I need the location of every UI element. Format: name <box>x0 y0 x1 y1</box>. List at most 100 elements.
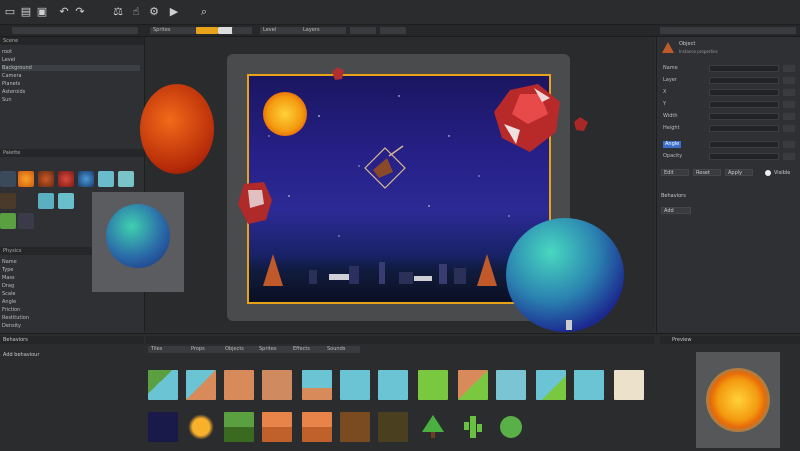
palette-thumb[interactable] <box>0 193 16 209</box>
tree-item[interactable]: Sun <box>2 97 12 103</box>
tree-item[interactable]: Planets <box>2 81 20 87</box>
asset-tile[interactable] <box>458 370 488 400</box>
prop-row[interactable]: Restitution <box>2 315 29 321</box>
prop-row[interactable]: Name <box>2 259 17 265</box>
prop-field[interactable] <box>709 141 779 148</box>
spin-button[interactable] <box>783 65 795 72</box>
save-icon[interactable]: ▣ <box>36 6 48 18</box>
asset-tile[interactable] <box>302 412 332 442</box>
zoom-field[interactable] <box>350 27 376 34</box>
asset-tile[interactable] <box>340 412 370 442</box>
asset-tile[interactable] <box>378 412 408 442</box>
asteroid-small[interactable] <box>236 180 276 228</box>
palette-thumb[interactable] <box>58 193 74 209</box>
tree-item[interactable]: root <box>2 49 12 55</box>
gear-icon[interactable]: ⚙ <box>148 6 160 18</box>
asset-tile[interactable] <box>224 412 254 442</box>
prop-row[interactable]: Angle <box>2 299 16 305</box>
palette-thumb[interactable] <box>0 171 16 187</box>
asset-tile[interactable] <box>224 370 254 400</box>
toolbar-tab-level[interactable]: Level <box>260 27 300 34</box>
prop-field[interactable] <box>709 89 779 96</box>
palette-thumb[interactable] <box>38 193 54 209</box>
asteroid-large[interactable] <box>490 80 570 160</box>
asset-tile-bush[interactable] <box>496 412 526 442</box>
asset-tile[interactable] <box>418 370 448 400</box>
prop-field[interactable] <box>709 113 779 120</box>
spin-button[interactable] <box>783 101 795 108</box>
add-button[interactable]: Add <box>661 207 691 214</box>
redo-icon[interactable]: ↷ <box>74 6 86 18</box>
tower-left[interactable] <box>259 252 287 288</box>
spin-button[interactable] <box>783 113 795 120</box>
palette-thumb[interactable] <box>58 171 74 187</box>
sun-sprite[interactable] <box>263 92 307 136</box>
tree-item[interactable]: Level <box>2 57 15 63</box>
prop-row[interactable]: Drag <box>2 283 14 289</box>
asset-tile[interactable] <box>148 370 178 400</box>
spin-button[interactable] <box>783 89 795 96</box>
layout-icon[interactable]: ⚖ <box>112 6 124 18</box>
snap-field[interactable] <box>380 27 406 34</box>
prop-row[interactable]: Type <box>2 267 13 273</box>
asset-tile[interactable] <box>262 412 292 442</box>
tree-item[interactable]: Camera <box>2 73 22 79</box>
planet-preview-card[interactable] <box>92 192 184 292</box>
prop-field[interactable] <box>709 65 779 72</box>
undo-icon[interactable]: ↶ <box>58 6 70 18</box>
tree-item[interactable]: Asteroids <box>2 89 25 95</box>
scene-selector[interactable] <box>12 27 138 34</box>
reset-button[interactable]: Reset <box>693 169 721 176</box>
asset-tile[interactable] <box>378 370 408 400</box>
asset-tile[interactable] <box>302 370 332 400</box>
asset-tile[interactable] <box>340 370 370 400</box>
play-icon[interactable]: ▶ <box>168 6 180 18</box>
prop-row[interactable]: Scale <box>2 291 15 297</box>
prop-field[interactable] <box>709 77 779 84</box>
palette-thumb[interactable] <box>38 171 54 187</box>
palette-thumb[interactable] <box>18 171 34 187</box>
property-search[interactable] <box>660 27 796 34</box>
spin-button[interactable] <box>783 125 795 132</box>
grid-toggle[interactable] <box>232 27 252 34</box>
asset-tab-tiles[interactable]: Tiles <box>148 346 188 353</box>
asteroid-tiny-right[interactable] <box>572 116 590 134</box>
asset-tab-sprites[interactable]: Sprites <box>256 346 292 353</box>
accent-swatch[interactable] <box>196 27 218 34</box>
rocket-sprite[interactable] <box>359 142 411 192</box>
asset-tile[interactable] <box>186 370 216 400</box>
prop-field[interactable] <box>709 153 779 160</box>
palette-thumb[interactable] <box>98 171 114 187</box>
spin-button[interactable] <box>783 153 795 160</box>
open-folder-icon[interactable]: ▤ <box>20 6 32 18</box>
spin-button[interactable] <box>783 77 795 84</box>
asset-tab-objects[interactable]: Objects <box>222 346 258 353</box>
asset-tile[interactable] <box>496 370 526 400</box>
prop-label-selected[interactable]: Angle <box>663 141 682 148</box>
apply-button[interactable]: Apply <box>725 169 753 176</box>
asset-tab-effects[interactable]: Effects <box>290 346 326 353</box>
prop-row[interactable]: Mass <box>2 275 15 281</box>
asset-tile[interactable] <box>574 370 604 400</box>
gas-planet-sprite[interactable] <box>506 218 624 332</box>
asset-tile-sun[interactable] <box>186 412 216 442</box>
new-file-icon[interactable]: ▭ <box>4 6 16 18</box>
prop-field[interactable] <box>709 125 779 132</box>
spin-button[interactable] <box>783 141 795 148</box>
palette-thumb[interactable] <box>78 171 94 187</box>
edit-button[interactable]: Edit <box>661 169 689 176</box>
tree-item-selected[interactable]: Background <box>2 65 140 71</box>
palette-thumb[interactable] <box>18 213 34 229</box>
asset-tile[interactable] <box>614 370 644 400</box>
prop-row[interactable]: Friction <box>2 307 20 313</box>
prop-field[interactable] <box>709 101 779 108</box>
lava-planet-sprite[interactable] <box>140 84 214 174</box>
search-icon[interactable]: ⌕ <box>198 6 210 18</box>
asset-tile-cactus[interactable] <box>458 412 488 442</box>
asset-tile[interactable] <box>536 370 566 400</box>
toolbar-tab-layers[interactable]: Layers <box>300 27 346 34</box>
asset-tab-props[interactable]: Props <box>188 346 224 353</box>
palette-thumb[interactable] <box>118 171 134 187</box>
asset-tab-sounds[interactable]: Sounds <box>324 346 360 353</box>
asset-tile-tree[interactable] <box>418 412 448 442</box>
